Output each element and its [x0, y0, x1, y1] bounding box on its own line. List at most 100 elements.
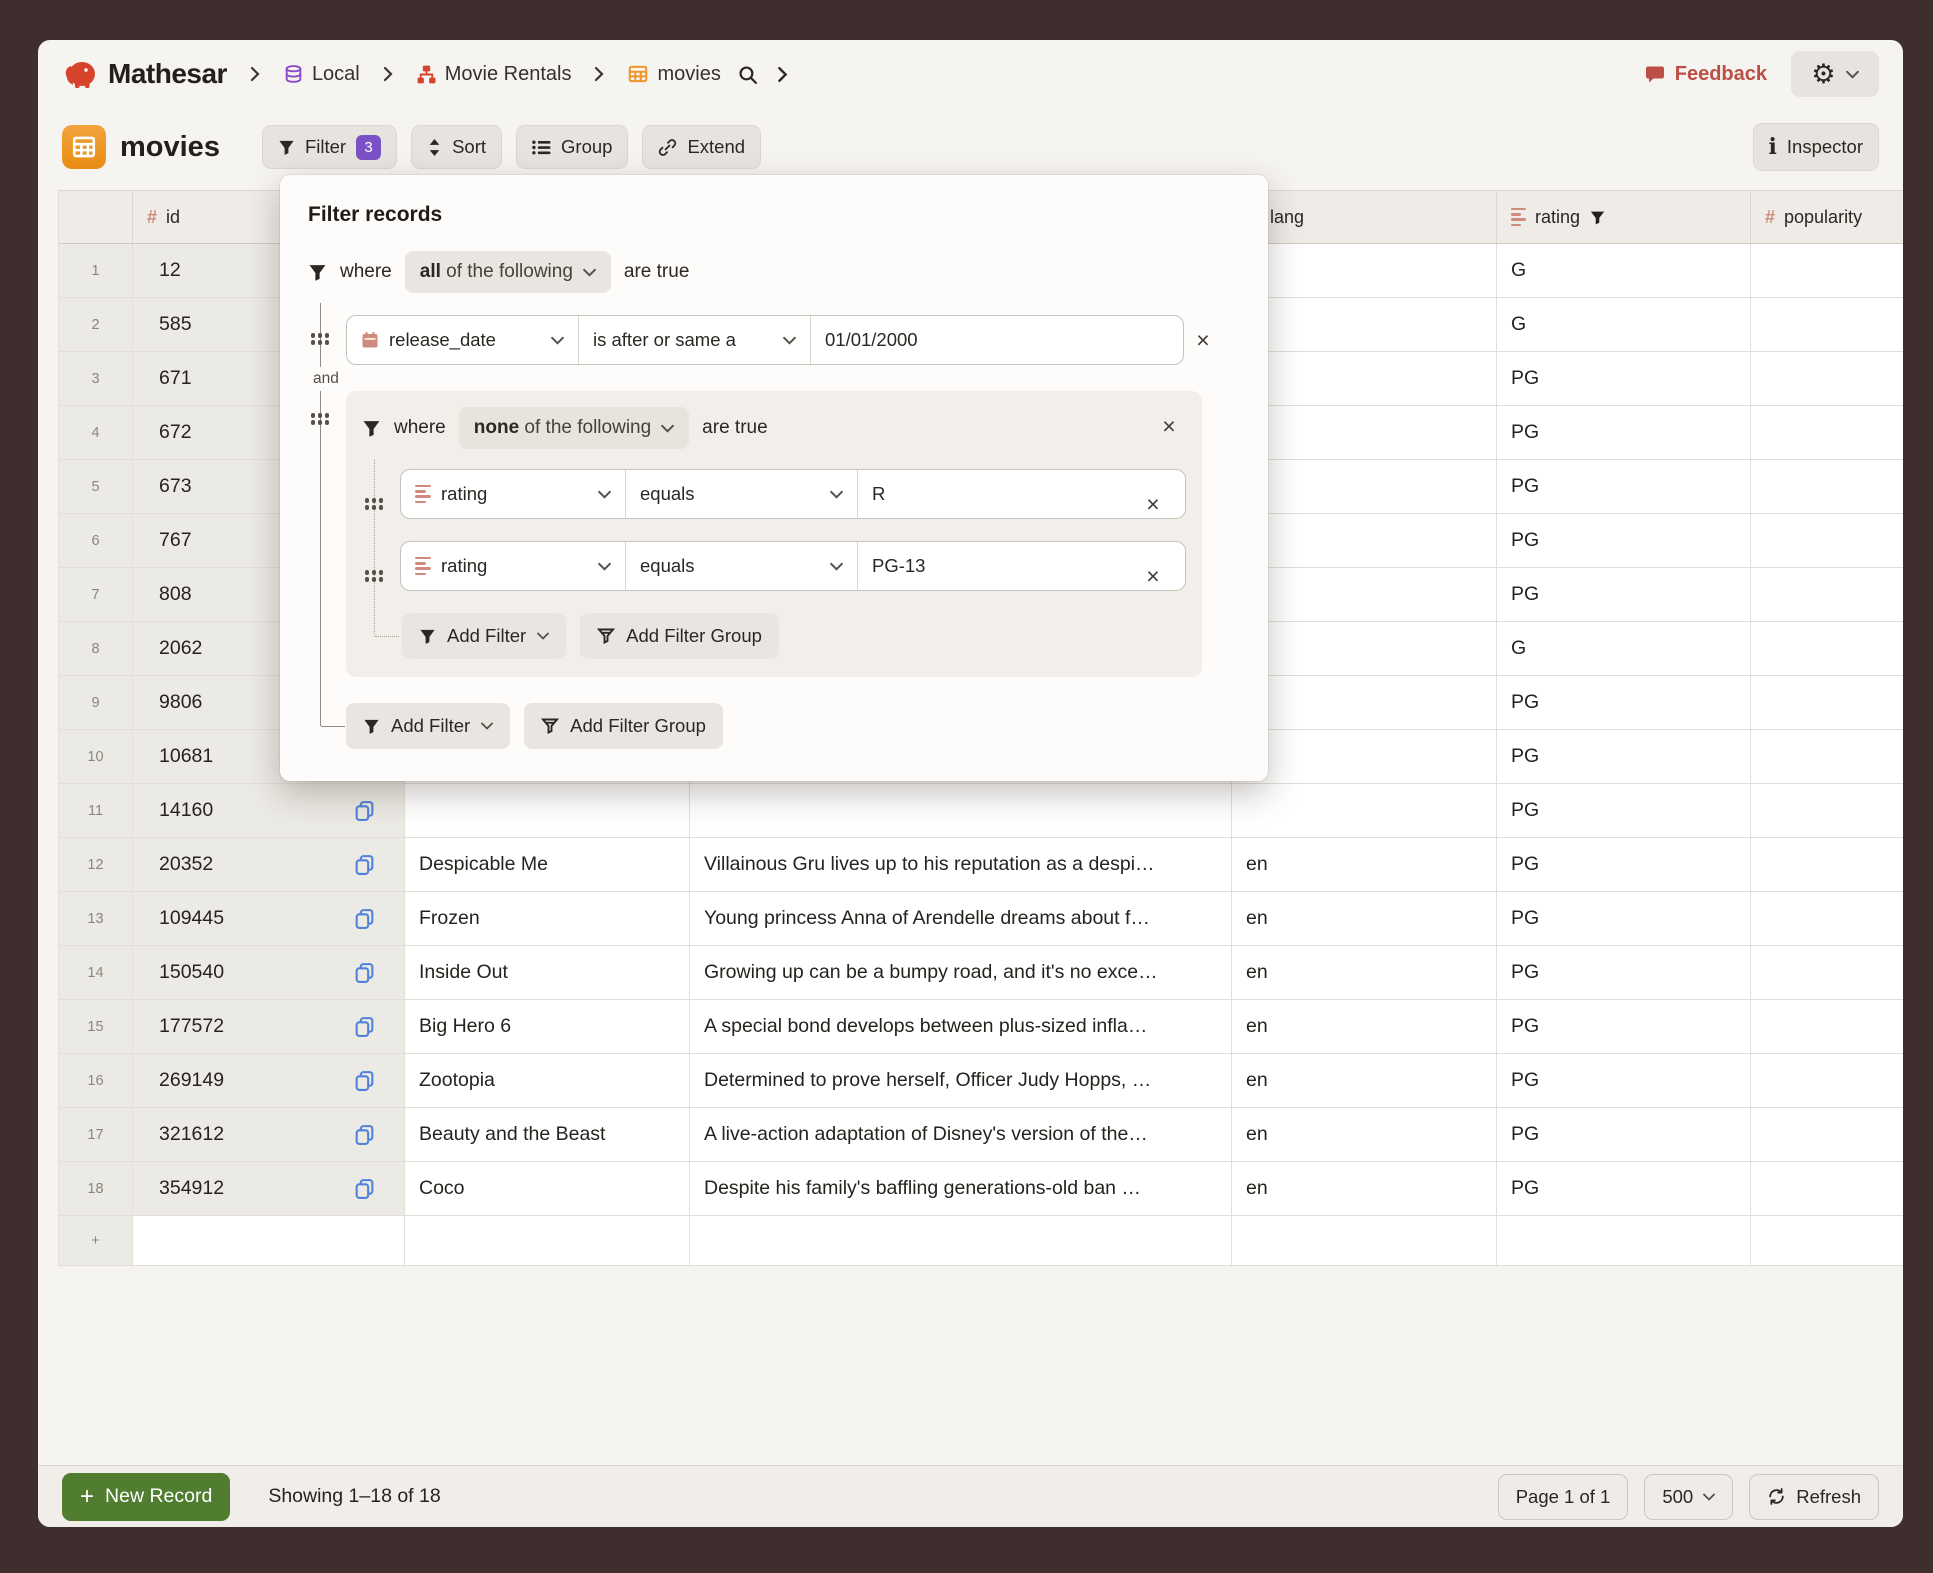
column-header-popularity[interactable]: # popularity — [1751, 190, 1903, 244]
lang-cell[interactable] — [1232, 406, 1497, 460]
row-number-cell[interactable]: 17 — [58, 1108, 133, 1162]
row-number-cell[interactable]: 6 — [58, 514, 133, 568]
rating-cell[interactable]: PG — [1497, 514, 1751, 568]
row-number-cell[interactable]: 16 — [58, 1054, 133, 1108]
name-cell[interactable]: Despicable Me — [405, 838, 690, 892]
remove-group-button[interactable]: × — [1150, 415, 1188, 438]
breadcrumb-database[interactable]: Local — [283, 63, 360, 86]
popularity-cell[interactable] — [1751, 1162, 1903, 1216]
add-filter-group-button[interactable]: Add Filter Group — [524, 703, 723, 749]
popularity-cell[interactable] — [1751, 1054, 1903, 1108]
row-number-cell[interactable]: 14 — [58, 946, 133, 1000]
breadcrumb-table[interactable]: movies — [627, 63, 720, 86]
popularity-cell[interactable] — [1751, 460, 1903, 514]
row-number-cell[interactable]: 1 — [58, 244, 133, 298]
name-cell[interactable]: Coco — [405, 1162, 690, 1216]
popularity-cell[interactable] — [1751, 568, 1903, 622]
add-filter-group-button[interactable]: Add Filter Group — [580, 613, 779, 659]
lang-cell[interactable] — [1232, 622, 1497, 676]
lang-cell[interactable]: en — [1232, 1054, 1497, 1108]
row-number-cell[interactable]: 8 — [58, 622, 133, 676]
rating-cell[interactable]: PG — [1497, 676, 1751, 730]
popularity-cell[interactable] — [1751, 406, 1903, 460]
rating-cell[interactable]: PG — [1497, 1108, 1751, 1162]
rating-cell[interactable]: G — [1497, 244, 1751, 298]
row-number-cell[interactable]: 3 — [58, 352, 133, 406]
column-header-rating[interactable]: rating — [1497, 190, 1751, 244]
copy-record-icon[interactable] — [353, 1015, 390, 1038]
column-header-lang[interactable]: lang — [1232, 190, 1497, 244]
id-cell[interactable]: 177572 — [133, 1000, 405, 1054]
sort-button[interactable]: Sort — [411, 125, 502, 169]
row-number-cell[interactable]: 13 — [58, 892, 133, 946]
lang-cell[interactable] — [1232, 352, 1497, 406]
lang-cell[interactable] — [1232, 784, 1497, 838]
pagination-button[interactable]: Page 1 of 1 — [1498, 1474, 1629, 1520]
popularity-cell[interactable] — [1751, 352, 1903, 406]
description-cell[interactable]: A special bond develops between plus-siz… — [690, 1000, 1232, 1054]
search-icon[interactable] — [737, 64, 758, 85]
row-number-cell[interactable]: 7 — [58, 568, 133, 622]
row-number-cell[interactable]: 10 — [58, 730, 133, 784]
row-number-cell[interactable]: 4 — [58, 406, 133, 460]
lang-cell[interactable] — [1232, 460, 1497, 514]
drag-handle-icon[interactable] — [362, 498, 388, 512]
lang-cell[interactable] — [1232, 514, 1497, 568]
rating-cell[interactable]: PG — [1497, 730, 1751, 784]
column-select[interactable]: release_date — [347, 316, 579, 364]
extend-button[interactable]: Extend — [642, 125, 761, 169]
rating-cell[interactable]: PG — [1497, 838, 1751, 892]
inspector-button[interactable]: i Inspector — [1753, 123, 1879, 171]
id-cell[interactable]: 321612 — [133, 1108, 405, 1162]
description-cell[interactable]: Young princess Anna of Arendelle dreams … — [690, 892, 1232, 946]
remove-condition-button[interactable]: × — [1134, 565, 1172, 588]
operator-select[interactable]: equals — [626, 542, 858, 590]
row-number-cell[interactable]: 11 — [58, 784, 133, 838]
row-number-cell[interactable]: 12 — [58, 838, 133, 892]
add-filter-button[interactable]: Add Filter — [346, 703, 510, 749]
rating-cell[interactable]: PG — [1497, 784, 1751, 838]
lang-cell[interactable]: en — [1232, 1000, 1497, 1054]
drag-handle-icon[interactable] — [308, 413, 334, 427]
group-combiner-select[interactable]: none of the following — [459, 407, 689, 449]
id-cell[interactable]: 14160 — [133, 784, 405, 838]
lang-cell[interactable] — [1232, 730, 1497, 784]
lang-cell[interactable] — [1232, 244, 1497, 298]
name-cell[interactable]: Beauty and the Beast — [405, 1108, 690, 1162]
description-cell[interactable]: Despite his family's baffling generation… — [690, 1162, 1232, 1216]
copy-record-icon[interactable] — [353, 961, 390, 984]
copy-record-icon[interactable] — [353, 1177, 390, 1200]
rating-cell[interactable]: PG — [1497, 1000, 1751, 1054]
id-cell[interactable]: 269149 — [133, 1054, 405, 1108]
description-cell[interactable]: Determined to prove herself, Officer Jud… — [690, 1054, 1232, 1108]
popularity-cell[interactable] — [1751, 730, 1903, 784]
remove-condition-button[interactable]: × — [1134, 493, 1172, 516]
copy-record-icon[interactable] — [353, 1069, 390, 1092]
description-cell[interactable]: Villainous Gru lives up to his reputatio… — [690, 838, 1232, 892]
settings-menu-button[interactable]: ⚙ — [1791, 51, 1879, 97]
mathesar-logo[interactable]: Mathesar — [62, 56, 227, 92]
popularity-cell[interactable] — [1751, 244, 1903, 298]
popularity-cell[interactable] — [1751, 676, 1903, 730]
popularity-cell[interactable] — [1751, 1000, 1903, 1054]
copy-record-icon[interactable] — [353, 853, 390, 876]
row-number-cell[interactable]: 15 — [58, 1000, 133, 1054]
copy-record-icon[interactable] — [353, 1123, 390, 1146]
drag-handle-icon[interactable] — [308, 333, 334, 347]
lang-cell[interactable] — [1232, 298, 1497, 352]
id-cell[interactable]: 150540 — [133, 946, 405, 1000]
popularity-cell[interactable] — [1751, 784, 1903, 838]
page-size-select[interactable]: 500 — [1644, 1474, 1733, 1520]
operator-select[interactable]: equals — [626, 470, 858, 518]
popularity-cell[interactable] — [1751, 1108, 1903, 1162]
id-cell[interactable]: 109445 — [133, 892, 405, 946]
refresh-button[interactable]: Refresh — [1749, 1474, 1879, 1520]
breadcrumb-schema[interactable]: Movie Rentals — [416, 63, 572, 86]
column-select[interactable]: rating — [401, 470, 626, 518]
add-filter-button[interactable]: Add Filter — [402, 613, 566, 659]
rating-cell[interactable]: G — [1497, 298, 1751, 352]
popularity-cell[interactable] — [1751, 514, 1903, 568]
drag-handle-icon[interactable] — [362, 570, 388, 584]
name-cell[interactable]: Inside Out — [405, 946, 690, 1000]
description-cell[interactable]: Growing up can be a bumpy road, and it's… — [690, 946, 1232, 1000]
